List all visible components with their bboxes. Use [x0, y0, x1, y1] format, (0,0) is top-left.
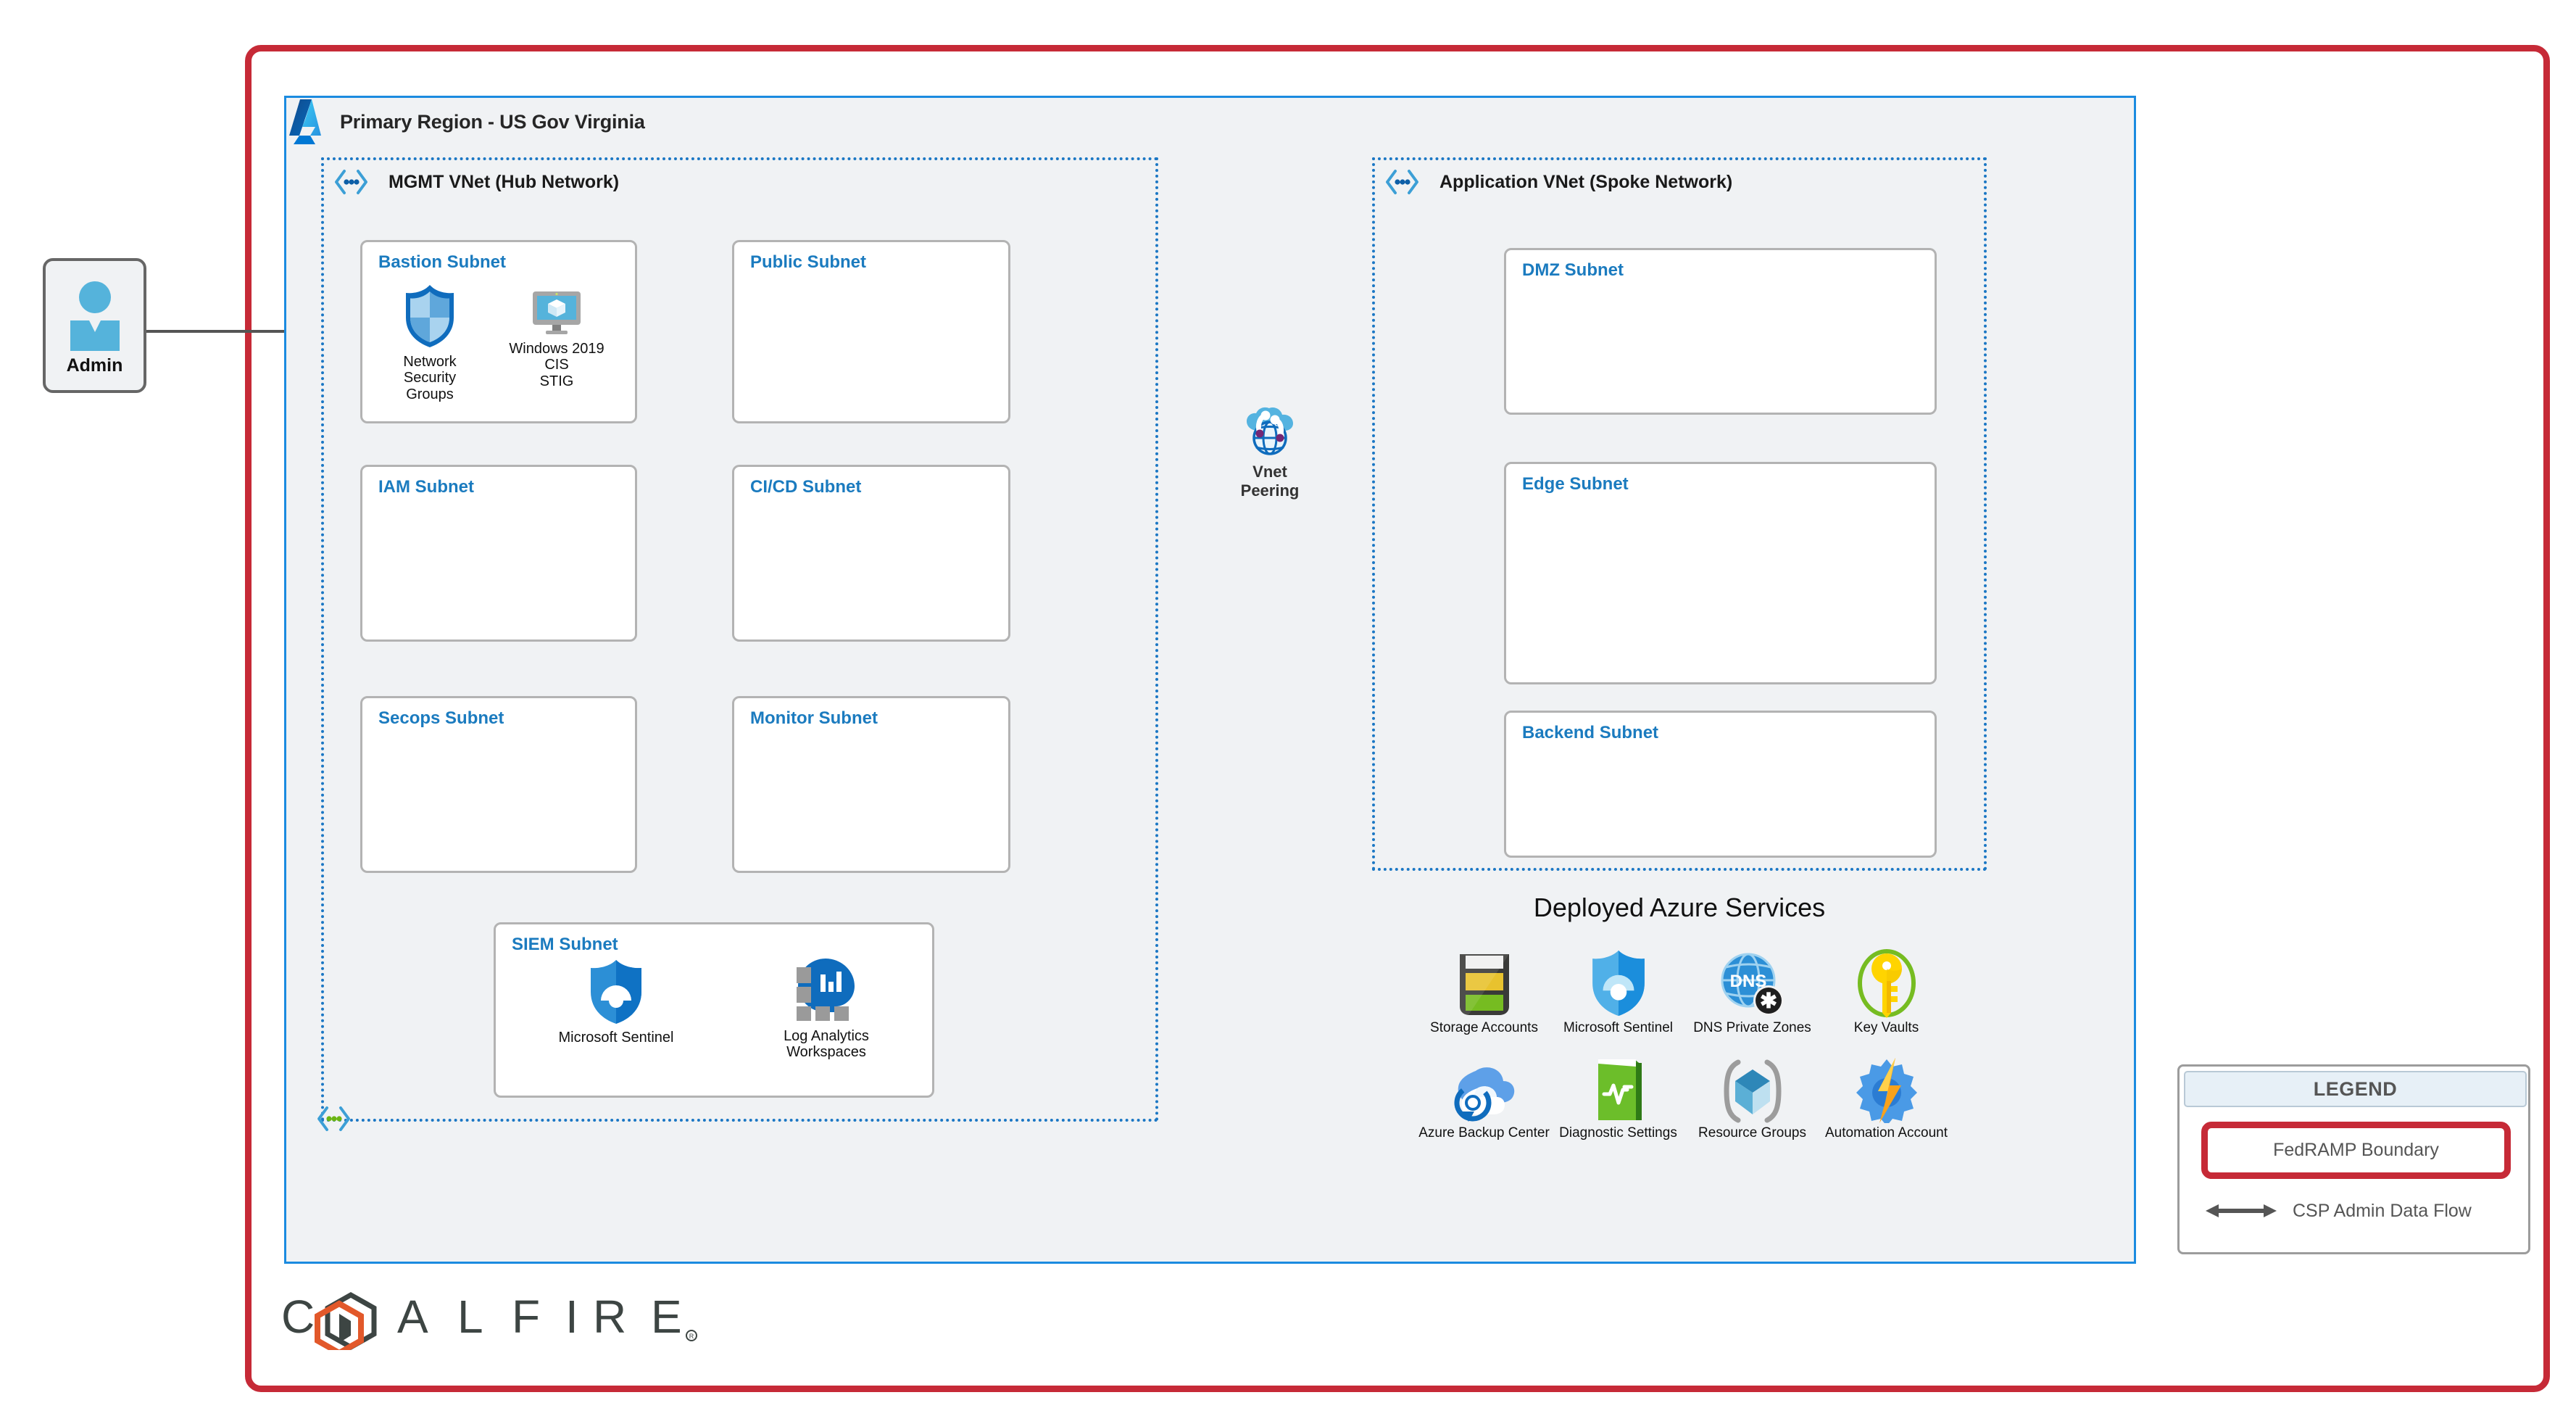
hub-vnet-header: MGMT VNet (Hub Network)	[334, 169, 619, 195]
subnet-iam: IAM Subnet	[360, 465, 637, 642]
service-microsoft-sentinel: Microsoft Sentinel	[1551, 943, 1685, 1036]
vnet-peering-node: Vnet Peering	[1216, 406, 1324, 500]
subnet-title: Edge Subnet	[1522, 474, 1629, 494]
node-log-analytics-workspaces: Log Analytics Workspaces	[765, 959, 888, 1061]
log-analytics-icon	[797, 959, 855, 1021]
node-network-security-groups: Network Security Groups	[381, 283, 479, 402]
service-label: Microsoft Sentinel	[1563, 1020, 1673, 1035]
deployed-services-grid: Storage Accounts Microsoft Sentinel DNS …	[1417, 943, 1953, 1141]
microsoft-sentinel-icon	[1589, 943, 1648, 1018]
vnet-icon	[335, 170, 367, 194]
legend-title: LEGEND	[2313, 1077, 2398, 1100]
automation-account-icon	[1853, 1048, 1920, 1123]
subnet-title: IAM Subnet	[378, 477, 474, 497]
spoke-vnet-label: Application VNet (Spoke Network)	[1439, 171, 1733, 192]
service-dns-private-zones: DNS ✱ DNS Private Zones	[1685, 943, 1819, 1036]
microsoft-sentinel-icon	[591, 960, 641, 1024]
subnet-public: Public Subnet	[732, 240, 1010, 423]
svg-text:A: A	[397, 1291, 433, 1343]
legend-header: LEGEND	[2184, 1071, 2527, 1107]
svg-text:C: C	[281, 1291, 319, 1343]
svg-text:F: F	[512, 1291, 544, 1343]
resource-groups-icon	[1721, 1048, 1784, 1123]
service-label: Azure Backup Center	[1418, 1125, 1550, 1141]
peering-label: Vnet Peering	[1240, 463, 1300, 500]
service-diagnostic-settings: Diagnostic Settings	[1551, 1048, 1685, 1141]
spoke-vnet-header: Application VNet (Spoke Network)	[1385, 169, 1732, 195]
node-microsoft-sentinel: Microsoft Sentinel	[558, 959, 674, 1046]
subnet-dmz: DMZ Subnet	[1504, 248, 1937, 415]
dns-private-zones-icon: DNS ✱	[1719, 943, 1786, 1018]
svg-text:L: L	[457, 1291, 488, 1343]
node-label: Microsoft Sentinel	[558, 1030, 674, 1046]
service-resource-groups: Resource Groups	[1685, 1048, 1819, 1141]
services-row-2: Azure Backup Center Diagnostic Settings	[1417, 1048, 1953, 1141]
region-header: Primary Region - US Gov Virginia	[286, 98, 645, 146]
vnet-icon	[1386, 170, 1418, 194]
subnet-title: Public Subnet	[750, 252, 867, 272]
service-automation-account: Automation Account	[1819, 1048, 1953, 1141]
svg-text:I: I	[565, 1291, 583, 1343]
service-label: Diagnostic Settings	[1559, 1125, 1677, 1141]
admin-actor: Admin	[43, 258, 146, 393]
svg-text:R: R	[689, 1333, 694, 1340]
user-admin-icon	[70, 281, 120, 351]
subnet-edge: Edge Subnet	[1504, 462, 1937, 684]
subnet-title: Bastion Subnet	[378, 252, 507, 272]
node-label: Windows 2019 CIS STIG	[509, 341, 604, 389]
svg-text:R: R	[593, 1291, 631, 1343]
subnet-secops: Secops Subnet	[360, 696, 637, 873]
node-windows-2019-cis-stig: Windows 2019 CIS STIG	[507, 290, 606, 389]
service-label: Key Vaults	[1853, 1020, 1919, 1035]
azure-logo-icon	[289, 99, 321, 144]
node-label: Network Security Groups	[403, 354, 457, 402]
vnet-icon-green	[317, 1106, 350, 1131]
subnet-title: SIEM Subnet	[512, 935, 618, 954]
svg-text:E: E	[651, 1291, 686, 1343]
admin-label: Admin	[66, 355, 123, 376]
subnet-title: Secops Subnet	[378, 708, 504, 728]
subnet-title: DMZ Subnet	[1522, 260, 1624, 280]
subnet-title: CI/CD Subnet	[750, 477, 862, 497]
node-label: Log Analytics Workspaces	[784, 1028, 869, 1061]
service-azure-backup-center: Azure Backup Center	[1417, 1048, 1551, 1141]
service-label: Automation Account	[1825, 1125, 1948, 1141]
legend-fedramp-boundary-swatch: FedRAMP Boundary	[2201, 1122, 2511, 1179]
shield-nsg-icon	[406, 285, 454, 347]
diagram-canvas: Admin Primary Region - US Gov Virginia M…	[0, 0, 2576, 1424]
subnet-title: Monitor Subnet	[750, 708, 878, 728]
deployed-services-title: Deployed Azure Services	[1533, 893, 1826, 922]
vnet-peering-icon	[1247, 407, 1293, 455]
service-storage-accounts: Storage Accounts	[1417, 943, 1551, 1036]
subnet-backend: Backend Subnet	[1504, 711, 1937, 858]
subnet-monitor: Monitor Subnet	[732, 696, 1010, 873]
diagnostic-settings-icon	[1592, 1048, 1645, 1123]
legend-flow-label: CSP Admin Data Flow	[2293, 1200, 2472, 1221]
key-vault-icon	[1856, 943, 1918, 1018]
svg-text:✱: ✱	[1759, 990, 1777, 1013]
subnet-cicd: CI/CD Subnet	[732, 465, 1010, 642]
service-label: DNS Private Zones	[1693, 1020, 1811, 1035]
subnet-title: Backend Subnet	[1522, 723, 1659, 742]
coalfire-logo: C A L F I R E R	[281, 1291, 697, 1350]
legend-boundary-label: FedRAMP Boundary	[2273, 1140, 2439, 1160]
double-arrow-icon	[2206, 1204, 2277, 1217]
region-title: Primary Region - US Gov Virginia	[340, 110, 645, 133]
azure-backup-center-icon	[1451, 1048, 1518, 1123]
hub-vnet-label: MGMT VNet (Hub Network)	[389, 171, 620, 192]
storage-accounts-icon	[1457, 943, 1512, 1018]
services-row-1: Storage Accounts Microsoft Sentinel DNS …	[1417, 943, 1953, 1036]
legend-panel: LEGEND FedRAMP Boundary CSP Admin Data F…	[2177, 1064, 2530, 1254]
service-label: Storage Accounts	[1430, 1020, 1538, 1035]
service-key-vaults: Key Vaults	[1819, 943, 1953, 1036]
windows-vm-monitor-icon	[533, 291, 581, 334]
legend-flow-row: CSP Admin Data Flow	[2206, 1196, 2514, 1226]
service-label: Resource Groups	[1698, 1125, 1806, 1141]
